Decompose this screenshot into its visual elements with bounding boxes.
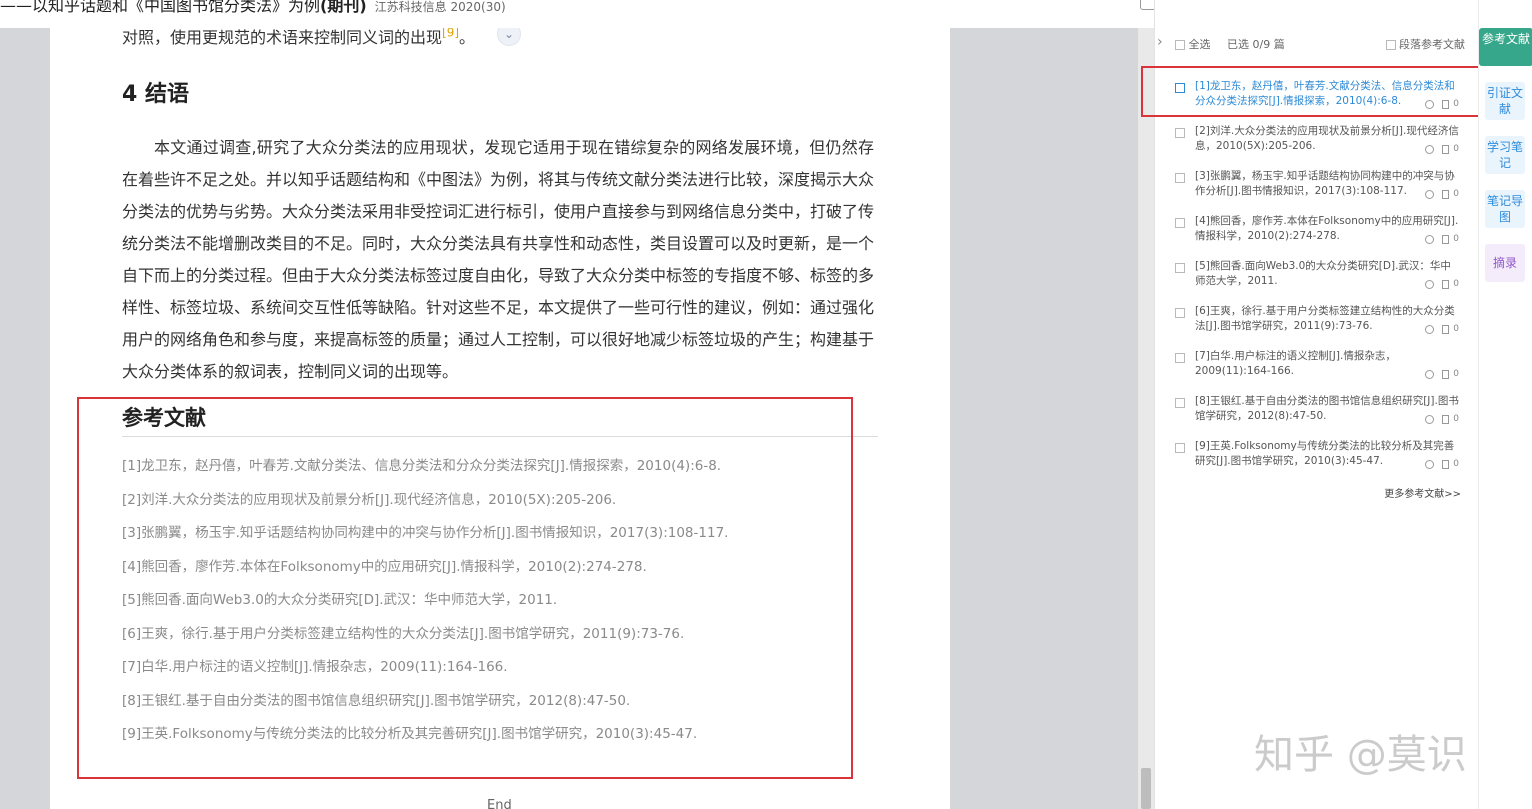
quote-icon[interactable] (1425, 279, 1435, 289)
select-all-label: 全选 (1188, 38, 1211, 51)
panel-reference-item[interactable]: [6]王爽，徐行.基于用户分类标签建立结构性的大众分类法[J].图书馆学研究，2… (1175, 304, 1465, 349)
title-text: ——以知乎话题和《中国图书馆分类法》为例 (0, 0, 321, 15)
reference-text[interactable]: [5]熊回香.面向Web3.0的大众分类研究[D].武汉：华中师范大学，2011… (1195, 259, 1459, 289)
previous-text: 对照，使用更规范的术语来控制同义词的出现 (122, 28, 443, 47)
quote-icon[interactable] (1425, 324, 1435, 334)
document-icon[interactable] (1442, 459, 1450, 469)
references-highlight-box (77, 397, 853, 779)
checkbox-icon[interactable] (1175, 128, 1185, 138)
more-references-link[interactable]: 更多参考文献>> (1384, 485, 1461, 500)
collapse-chevron-icon[interactable]: ⌄ (497, 28, 521, 46)
reference-text[interactable]: [6]王爽，徐行.基于用户分类标签建立结构性的大众分类法[J].图书馆学研究，2… (1195, 304, 1459, 334)
paragraph-refs-toggle[interactable]: 段落参考文献 (1385, 36, 1465, 52)
quote-icon[interactable] (1425, 369, 1435, 379)
document-title: ——以知乎话题和《中国图书馆分类法》为例(期刊) 江苏科技信息 2020(30) (0, 0, 506, 16)
note-count: 0 (1453, 369, 1459, 379)
document-icon[interactable] (1442, 144, 1450, 154)
scrollbar-thumb[interactable] (1141, 768, 1151, 809)
checkbox-icon[interactable] (1175, 40, 1185, 50)
document-source: 江苏科技信息 2020(30) (374, 0, 506, 14)
panel-reference-list: [1]龙卫东，赵丹僖，叶春芳.文献分类法、信息分类法和分众分类法探究[J].情报… (1175, 79, 1465, 484)
tab-study-notes[interactable]: 学习笔记 (1485, 136, 1525, 174)
tab-references[interactable]: 参考文献 (1479, 28, 1532, 66)
panel-header: 全选 已选 0/9 篇 段落参考文献 (1175, 36, 1465, 52)
conclusion-paragraph: 本文通过调查,研究了大众分类法的应用现状，发现它适用于现在错综复杂的网络发展环境… (122, 138, 875, 381)
reference-text[interactable]: [4]熊回香，廖作芳.本体在Folksonomy中的应用研究[J].情报科学，2… (1195, 214, 1459, 244)
checkbox-icon[interactable] (1385, 40, 1396, 50)
quote-icon[interactable] (1425, 459, 1435, 469)
panel-reference-item[interactable]: [4]熊回香，廖作芳.本体在Folksonomy中的应用研究[J].情报科学，2… (1175, 214, 1465, 259)
reference-meta: 0 (1425, 234, 1459, 244)
title-type: (期刊) (320, 0, 367, 15)
panel-reference-item[interactable]: [9]王英.Folksonomy与传统分类法的比较分析及其完善研究[J].图书馆… (1175, 439, 1465, 484)
document-icon[interactable] (1442, 189, 1450, 199)
reference-text[interactable]: [8]王银红.基于自由分类法的图书馆信息组织研究[J].图书馆学研究，2012(… (1195, 394, 1459, 424)
reference-meta: 0 (1425, 414, 1459, 424)
panel-collapse-chevron-icon[interactable]: › (1157, 34, 1163, 50)
references-panel: › 全选 已选 0/9 篇 段落参考文献 [1]龙卫东，赵丹僖，叶春芳.文献分类… (1154, 0, 1479, 809)
reference-meta: 0 (1425, 279, 1459, 289)
panel-reference-item[interactable]: [2]刘洋.大众分类法的应用现状及前景分析[J].现代经济信息，2010(5X)… (1175, 124, 1465, 169)
reference-meta: 0 (1425, 459, 1459, 469)
reference-text[interactable]: [2]刘洋.大众分类法的应用现状及前景分析[J].现代经济信息，2010(5X)… (1195, 124, 1459, 154)
note-count: 0 (1453, 189, 1459, 199)
note-count: 0 (1453, 324, 1459, 334)
checkbox-icon[interactable] (1175, 263, 1185, 273)
end-label: End (487, 798, 512, 809)
citation-link[interactable]: [9] (442, 28, 459, 40)
panel-reference-item[interactable]: [8]王银红.基于自由分类法的图书馆信息组织研究[J].图书馆学研究，2012(… (1175, 394, 1465, 439)
document-icon[interactable] (1442, 369, 1450, 379)
previous-paragraph-tail: 对照，使用更规范的术语来控制同义词的出现[9]。 (122, 28, 475, 48)
reference-text[interactable]: [7]白华.用户标注的语义控制[J].情报杂志，2009(11):164-166… (1195, 349, 1459, 379)
note-count: 0 (1453, 234, 1459, 244)
document-icon[interactable] (1442, 234, 1450, 244)
panel-reference-item[interactable]: [5]熊回香.面向Web3.0的大众分类研究[D].武汉：华中师范大学，2011… (1175, 259, 1465, 304)
reference-meta: 0 (1425, 189, 1459, 199)
note-count: 0 (1453, 414, 1459, 424)
document-scrollbar[interactable] (1138, 28, 1154, 809)
checkbox-icon[interactable] (1175, 443, 1185, 453)
document-icon[interactable] (1442, 279, 1450, 289)
watermark: 知乎 @莫识 (1254, 732, 1467, 778)
select-all-checkbox[interactable]: 全选 (1175, 36, 1211, 52)
note-count: 0 (1453, 144, 1459, 154)
checkbox-icon[interactable] (1175, 353, 1185, 363)
reference-text[interactable]: [9]王英.Folksonomy与传统分类法的比较分析及其完善研究[J].图书馆… (1195, 439, 1459, 469)
selected-count: 已选 0/9 篇 (1227, 38, 1285, 51)
document-icon[interactable] (1442, 414, 1450, 424)
quote-icon[interactable] (1425, 414, 1435, 424)
tab-citations[interactable]: 引证文献 (1485, 82, 1525, 120)
document-icon[interactable] (1442, 324, 1450, 334)
checkbox-icon[interactable] (1175, 173, 1185, 183)
quote-icon[interactable] (1425, 189, 1435, 199)
paragraph-refs-label: 段落参考文献 (1399, 38, 1465, 51)
section-heading: 4 结语 (122, 82, 189, 107)
panel-reference-highlight-box (1141, 66, 1526, 117)
right-tab-bar: 参考文献 引证文献 学习笔记 笔记导图 摘录 (1478, 0, 1532, 809)
panel-reference-item[interactable]: [3]张鹏翼，杨玉宇.知乎话题结构协同构建中的冲突与协作分析[J].图书情报知识… (1175, 169, 1465, 214)
tab-excerpt[interactable]: 摘录 (1485, 244, 1525, 282)
reference-meta: 0 (1425, 144, 1459, 154)
reference-meta: 0 (1425, 369, 1459, 379)
reference-meta: 0 (1425, 324, 1459, 334)
note-count: 0 (1453, 279, 1459, 289)
checkbox-icon[interactable] (1175, 218, 1185, 228)
panel-reference-item[interactable]: [7]白华.用户标注的语义控制[J].情报杂志，2009(11):164-166… (1175, 349, 1465, 394)
tab-note-map[interactable]: 笔记导图 (1485, 190, 1525, 228)
quote-icon[interactable] (1425, 234, 1435, 244)
quote-icon[interactable] (1425, 144, 1435, 154)
checkbox-icon[interactable] (1175, 398, 1185, 408)
note-count: 0 (1453, 459, 1459, 469)
checkbox-icon[interactable] (1175, 308, 1185, 318)
reference-text[interactable]: [3]张鹏翼，杨玉宇.知乎话题结构协同构建中的冲突与协作分析[J].图书情报知识… (1195, 169, 1459, 199)
